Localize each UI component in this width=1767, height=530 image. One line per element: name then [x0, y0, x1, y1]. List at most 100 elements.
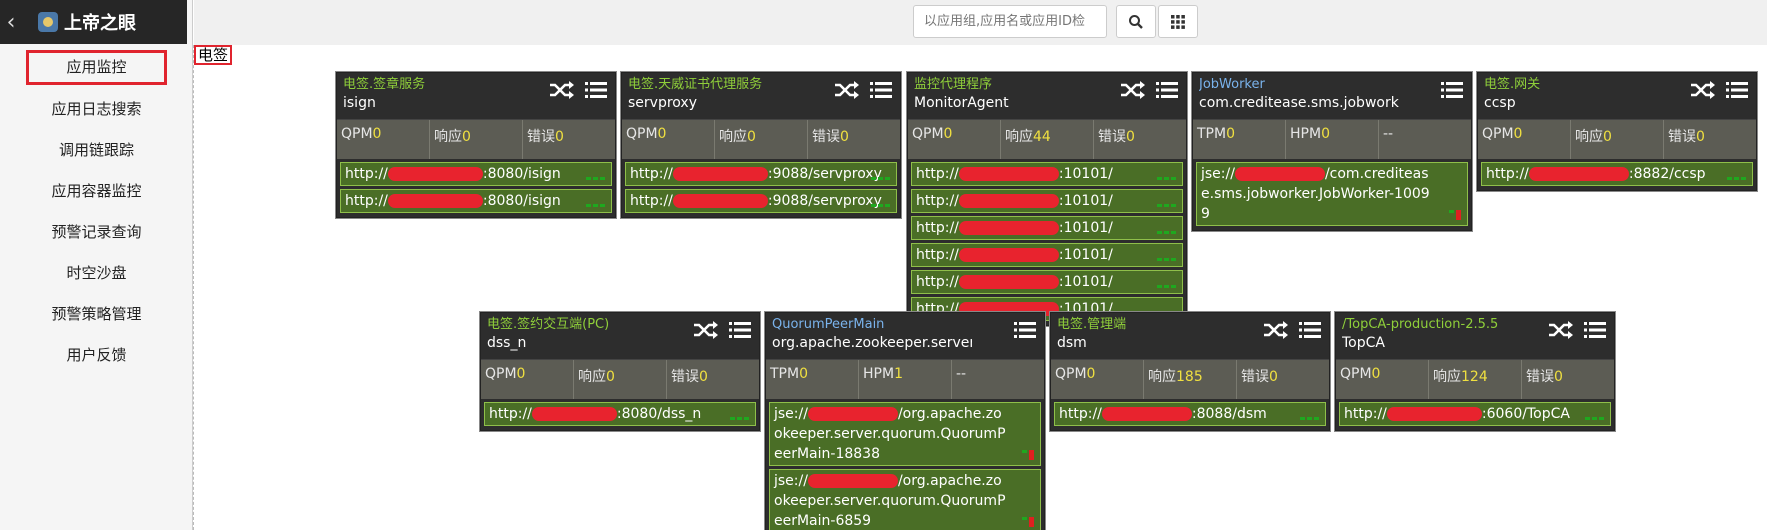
metric-cell: 错误0 — [1094, 120, 1186, 159]
card-header: 电签.网关 ccsp — [1478, 73, 1756, 119]
shuffle-icon[interactable] — [1690, 81, 1716, 103]
sidebar-item-log-search[interactable]: 应用日志搜索 — [0, 89, 193, 130]
sidebar-item-sandbox[interactable]: 时空沙盘 — [0, 253, 193, 294]
card-header: /TopCA-production-2.5.5 TopCA — [1336, 313, 1614, 359]
metric-value: 124 — [1461, 369, 1488, 385]
metric-value: 1 — [894, 366, 903, 382]
instance-scheme: http:// — [916, 166, 959, 182]
instance-scheme: http:// — [916, 247, 959, 263]
metric-cell: 响应0 — [574, 360, 667, 399]
metric-label: 响应 — [1005, 129, 1033, 145]
list-icon[interactable] — [1156, 81, 1178, 103]
group-label: 电签 — [194, 45, 233, 65]
app-card[interactable]: 电签.天威证书代理服务 servproxy QPM0 响应0 错误0 http://:90… — [621, 72, 901, 218]
instance-list: http://:8882/ccsp — [1478, 159, 1756, 190]
shuffle-icon[interactable] — [1263, 321, 1289, 343]
list-icon[interactable] — [1726, 81, 1748, 103]
content-divider — [193, 45, 194, 530]
card-app-name: servproxy — [628, 95, 697, 111]
instance-list: jse:///org.apache.zookeeper.server.quoru… — [766, 399, 1044, 530]
instance-row[interactable]: http://:8080/dss_n — [484, 402, 756, 426]
app-card[interactable]: QuorumPeerMain org.apache.zookeeper.serve… — [765, 312, 1045, 530]
health-bars-icon — [1022, 450, 1034, 460]
list-icon[interactable] — [1441, 81, 1463, 103]
instance-row[interactable]: http://:10101/ — [911, 243, 1183, 267]
shuffle-icon[interactable] — [693, 321, 719, 343]
sidebar-item-app-monitor[interactable]: 应用监控 — [26, 50, 167, 85]
card-header: 电签.管理端 dsm — [1051, 313, 1329, 359]
list-icon[interactable] — [1014, 321, 1036, 343]
health-bar — [1164, 285, 1169, 288]
metric-label: QPM — [485, 366, 517, 382]
app-card[interactable]: JobWorker com.creditease.sms.jobworker TPM… — [1192, 72, 1472, 231]
search-button[interactable] — [1116, 5, 1156, 38]
instance-row[interactable]: http://:8080/isign — [340, 162, 612, 186]
instance-row[interactable]: http://:10101/ — [911, 162, 1183, 186]
instance-row[interactable]: http://:10101/ — [911, 216, 1183, 240]
list-icon[interactable] — [585, 81, 607, 103]
redaction-mark — [387, 167, 483, 181]
list-icon[interactable] — [1584, 321, 1606, 343]
instance-row[interactable]: jse:///com.creditease.sms.jobworker.JobW… — [1196, 162, 1468, 226]
grid-view-button[interactable] — [1158, 5, 1198, 38]
app-card[interactable]: 电签.签约交互端(PC) dss_n QPM0 响应0 错误0 http://:8080/… — [480, 312, 760, 431]
sidebar-item-alert-records[interactable]: 预警记录查询 — [0, 212, 193, 253]
shuffle-icon[interactable] — [549, 81, 575, 103]
instance-row[interactable]: http://:10101/ — [911, 270, 1183, 294]
sidebar-item-container-monitor[interactable]: 应用容器监控 — [0, 171, 193, 212]
instance-row[interactable]: http://:6060/TopCA — [1339, 402, 1611, 426]
instance-row[interactable]: http://:8882/ccsp — [1481, 162, 1753, 186]
metric-label: 错误 — [1241, 369, 1269, 385]
card-actions — [1441, 81, 1463, 103]
metric-value: 44 — [1033, 129, 1051, 145]
instance-list: jse:///com.creditease.sms.jobworker.JobW… — [1193, 159, 1471, 230]
metric-cell: QPM0 — [1478, 120, 1571, 159]
metric-label: 响应 — [1433, 369, 1461, 385]
instance-row[interactable]: http://:10101/ — [911, 189, 1183, 213]
health-bars-icon — [871, 204, 890, 207]
list-icon[interactable] — [870, 81, 892, 103]
metric-label: QPM — [1055, 366, 1087, 382]
instance-path: :9088/servproxy — [767, 193, 882, 209]
metric-value: 0 — [606, 369, 615, 385]
list-icon[interactable] — [1299, 321, 1321, 343]
health-bar — [1157, 258, 1162, 261]
app-card[interactable]: 电签.签章服务 isign QPM0 响应0 错误0 http://:8080/isign… — [336, 72, 616, 218]
card-app-name: dsm — [1057, 335, 1087, 351]
instance-row[interactable]: http:// :9088/servproxy — [625, 189, 897, 213]
app-card[interactable]: 电签.管理端 dsm QPM0 响应185 错误0 http://:8088/dsm — [1050, 312, 1330, 431]
health-bar — [1727, 177, 1732, 180]
redaction-mark — [958, 221, 1059, 235]
instance-path: :8080/isign — [482, 193, 561, 209]
instance-row[interactable]: http://:8080/isign — [340, 189, 612, 213]
metric-value: 0 — [840, 129, 849, 145]
metric-value: 0 — [1086, 366, 1096, 382]
redaction-mark — [958, 248, 1059, 262]
instance-row[interactable]: http://:9088/servproxy — [625, 162, 897, 186]
instance-row[interactable]: http://:8088/dsm — [1054, 402, 1326, 426]
sidebar-item-feedback[interactable]: 用户反馈 — [0, 335, 193, 376]
metric-value: 0 — [799, 366, 808, 382]
instance-scheme: http:// — [630, 193, 673, 209]
app-card[interactable]: 电签.网关 ccsp QPM0 响应0 错误0 http://:8882/ccsp — [1477, 72, 1757, 191]
list-icon[interactable] — [729, 321, 751, 343]
instance-row[interactable]: jse:///org.apache.zookeeper.server.quoru… — [769, 402, 1041, 466]
instance-row[interactable]: jse:///org.apache.zookeeper.server.quoru… — [769, 469, 1041, 530]
shuffle-icon[interactable] — [1120, 81, 1146, 103]
sidebar-item-trace[interactable]: 调用链跟踪 — [0, 130, 193, 171]
metric-label: QPM — [912, 126, 944, 142]
app-card[interactable]: 监控代理程序 MonitorAgent QPM0 响应44 错误0 http://:101… — [907, 72, 1187, 326]
health-bars-icon — [1157, 177, 1176, 180]
app-card[interactable]: /TopCA-production-2.5.5 TopCA QPM0 响应124 错误0… — [1335, 312, 1615, 431]
sidebar-item-alert-policy[interactable]: 预警策略管理 — [0, 294, 193, 335]
redaction-mark — [1528, 167, 1629, 181]
instance-list: http://:8080/dss_n — [481, 399, 759, 430]
collapse-chevron-icon[interactable]: ‹ — [0, 10, 22, 35]
shuffle-icon[interactable] — [834, 81, 860, 103]
instance-path: :9088/servproxy — [767, 166, 882, 182]
card-actions — [1120, 81, 1178, 103]
search-input[interactable] — [913, 5, 1107, 38]
instance-scheme: http:// — [489, 406, 532, 422]
shuffle-icon[interactable] — [1548, 321, 1574, 343]
card-actions — [1263, 321, 1321, 343]
